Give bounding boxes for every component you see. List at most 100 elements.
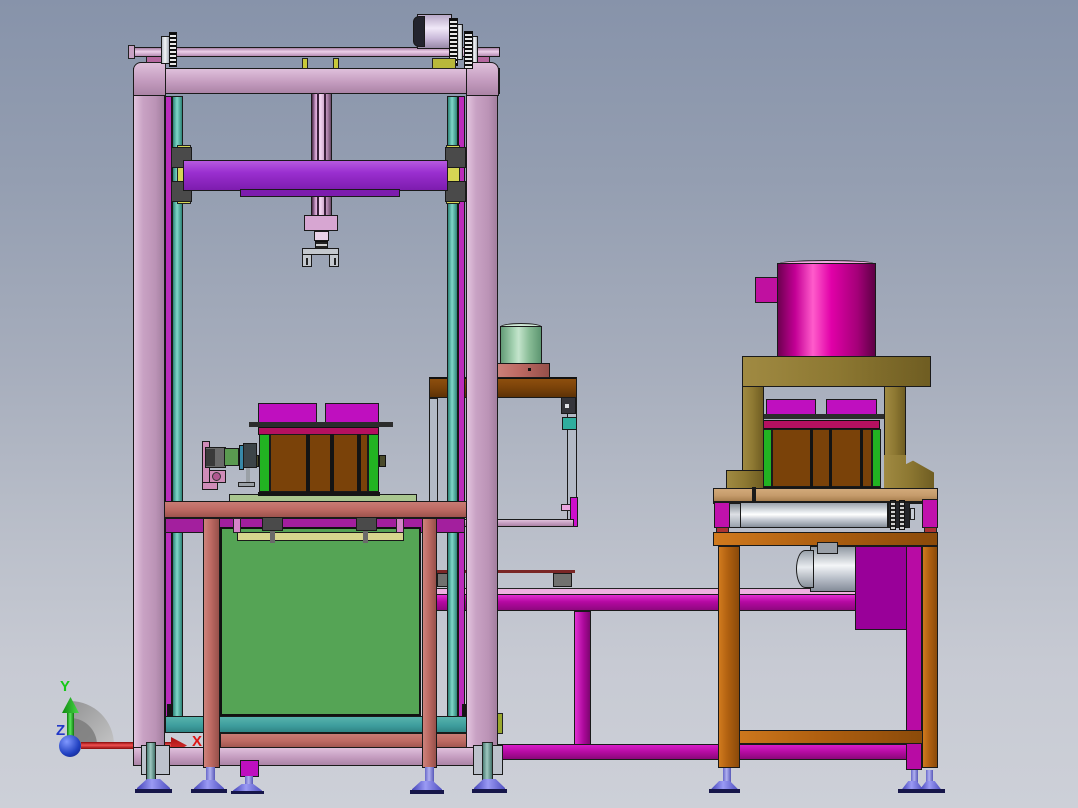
foot-plate [231,791,264,794]
foot-plate [898,789,945,793]
clamp-slide-face [206,449,215,466]
base-beam-lavender[interactable] [133,747,500,766]
slat-divider [330,434,334,492]
leveling-foot-stem [482,742,493,781]
roller-shaft-stub [910,508,915,520]
sprocket-disc [472,36,478,63]
proximity-sensor-head[interactable] [562,417,577,430]
roller-sprocket-ring [899,500,905,530]
stack-top-left[interactable] [258,403,317,423]
roller-bracket-left[interactable] [714,502,730,528]
beam-lower-lip [240,189,400,197]
slat-divider [860,429,863,487]
leveling-foot-stem [146,742,156,781]
stack-top-right[interactable] [325,403,379,423]
press-frame-foot-right[interactable] [884,455,934,490]
gantry-column-right[interactable] [466,93,498,748]
stack-slats[interactable] [270,434,368,492]
press-frame-top[interactable] [742,356,931,387]
beam-tab-yellow [333,58,339,69]
press-stack-rod [750,414,894,419]
gearmotor-dome[interactable] [796,550,814,588]
hanger-stem [270,531,275,543]
leveling-foot-stem [425,767,434,783]
outfeed-leg-right[interactable] [922,546,938,768]
slat-divider [829,429,832,487]
foot-plate [135,789,172,793]
origin-sphere [59,735,81,757]
gantry-column-left[interactable] [133,93,165,748]
panel-post [233,518,241,533]
stack-end-left[interactable] [259,434,270,492]
fixture-pin [561,504,571,511]
stack-base-line [258,492,380,496]
press-stack-slats[interactable] [772,429,872,487]
press-frame-wall-right[interactable] [884,386,906,466]
carriage-block[interactable] [445,181,466,202]
clamp-pulley [212,472,221,481]
cylinder-stripe [317,93,319,217]
slat-divider [306,434,310,492]
hanger-stem [363,531,368,543]
base-dot [528,368,531,371]
shaft-end-cap [128,45,135,59]
transfer-beam[interactable] [436,594,908,611]
press-table-leg-right[interactable] [422,518,437,768]
press-frame-wall-left[interactable] [742,386,764,474]
foot-plate [709,789,740,793]
stack-end-right[interactable] [368,434,379,492]
gantry-corner-left[interactable] [133,62,166,96]
sensor-indicator [565,404,569,408]
transfer-beam-post[interactable] [574,611,591,751]
cylinder-stripe [324,93,326,217]
clamp-bracket-foot[interactable] [202,482,218,490]
clamp-foot [238,482,255,487]
press-frame-foot-left[interactable] [726,470,764,490]
carriage-block[interactable] [445,147,466,168]
outfeed-base-beam[interactable] [480,744,908,760]
gantry-top-beam[interactable] [133,68,500,94]
press-head-cylinder[interactable] [777,263,876,357]
cad-viewport: Z Y X [0,0,1078,808]
gripper-shaft[interactable] [314,231,329,241]
finger-slot [334,258,336,265]
sprocket-disc [457,24,463,60]
cross-slide-beam[interactable] [183,160,448,191]
clamp-cylinder[interactable] [243,443,257,468]
foot-plate [191,789,227,793]
fixture-cylinder-base[interactable] [494,363,550,378]
outfeed-cross-beam[interactable] [730,730,925,744]
leveling-foot-stem [245,776,253,785]
outfeed-leg-left[interactable] [718,546,740,768]
press-stack-band [762,420,880,429]
hanger-block[interactable] [262,516,283,531]
press-stack-end-left[interactable] [763,429,772,487]
roller-bracket-right[interactable] [922,499,938,528]
motor-bracket [432,58,456,69]
finger-slot [306,258,308,265]
chain-sprocket-left[interactable] [169,32,177,67]
conveyor-roller[interactable] [740,502,888,528]
gripper-mount-block[interactable] [304,215,338,231]
slat-divider [810,429,813,487]
press-stack-end-right[interactable] [872,429,881,487]
foot-block-magenta[interactable] [240,760,259,777]
foot-plate [410,790,444,794]
motor-end-cap[interactable] [413,16,425,47]
clamp-body-green[interactable] [224,448,239,466]
foot-plate [472,789,507,793]
lift-cylinder[interactable] [311,93,332,217]
gearmotor-mount[interactable] [817,542,838,554]
clamp-bar-khaki[interactable] [237,532,404,541]
bin-panel-green[interactable] [220,527,421,716]
press-table-leg-left[interactable] [203,518,220,768]
support-foot-block-right[interactable] [553,573,572,587]
fixture-cylinder[interactable] [500,326,542,364]
stack-side-tab [379,455,386,467]
leveling-foot-stem [206,767,215,782]
hanger-block[interactable] [356,516,377,531]
press-head-side-box[interactable] [755,277,778,303]
press-table-top[interactable] [133,501,498,518]
slat-divider [357,434,361,492]
roller-sprocket-ring [890,500,896,530]
